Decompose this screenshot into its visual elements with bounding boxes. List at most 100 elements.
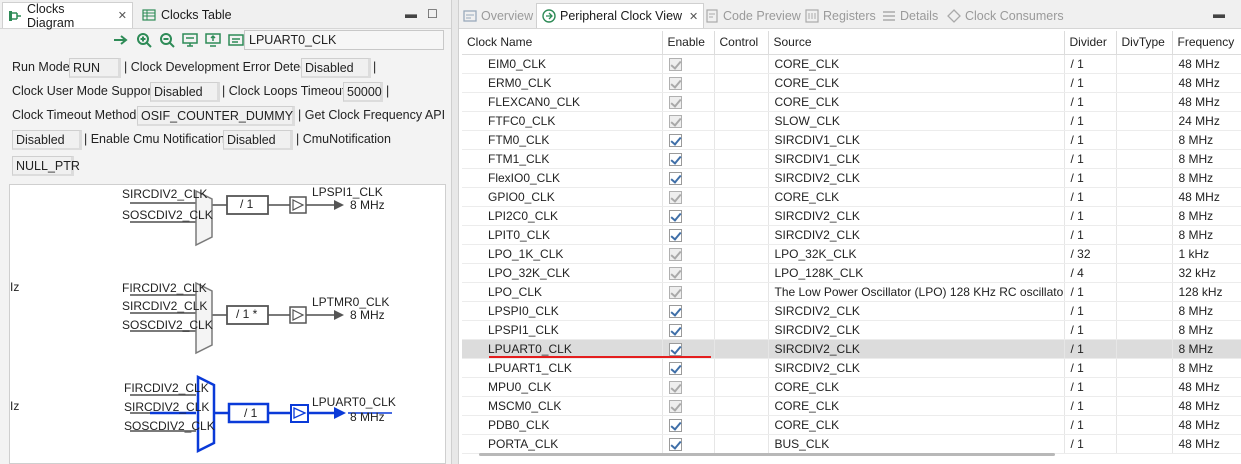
- close-icon[interactable]: ✕: [118, 9, 127, 22]
- control-cell[interactable]: [714, 282, 769, 302]
- tab-overview[interactable]: Overview: [463, 3, 533, 28]
- control-cell[interactable]: [714, 339, 769, 359]
- divider-cell[interactable]: / 1: [1064, 168, 1117, 188]
- column-header-clock-name[interactable]: Clock Name: [462, 31, 663, 55]
- clock-name-cell[interactable]: FlexIO0_CLK: [462, 168, 663, 188]
- divtype-cell[interactable]: [1116, 168, 1173, 188]
- table-row[interactable]: FTFC0_CLK SLOW_CLK/ 1 24 MHz: [462, 111, 1241, 131]
- divider-cell[interactable]: / 1: [1064, 434, 1117, 454]
- source-cell[interactable]: The Low Power Oscillator (LPO) 128 KHz R…: [768, 282, 1065, 302]
- frequency-cell[interactable]: 48 MHz: [1172, 396, 1241, 416]
- control-cell[interactable]: [714, 187, 769, 207]
- source-cell[interactable]: CORE_CLK: [768, 377, 1065, 397]
- control-cell[interactable]: [714, 358, 769, 378]
- divider-cell[interactable]: / 1: [1064, 415, 1117, 435]
- source-cell[interactable]: CORE_CLK: [768, 396, 1065, 416]
- frequency-cell[interactable]: 1 kHz: [1172, 244, 1241, 264]
- frequency-cell[interactable]: 8 MHz: [1172, 206, 1241, 226]
- source-cell[interactable]: LPO_128K_CLK: [768, 263, 1065, 283]
- table-row[interactable]: LPO_1K_CLK LPO_32K_CLK/ 32 1 kHz: [462, 244, 1241, 264]
- control-cell[interactable]: [714, 206, 769, 226]
- get-freq-select[interactable]: Disabled: [12, 130, 82, 150]
- enable-checkbox[interactable]: [668, 304, 682, 318]
- table-row[interactable]: EIM0_CLK CORE_CLK/ 1 48 MHz: [462, 54, 1241, 74]
- divider-cell[interactable]: / 1: [1064, 92, 1117, 112]
- divtype-cell[interactable]: [1116, 396, 1173, 416]
- tab-clock-consumers[interactable]: Clock Consumers: [947, 3, 1064, 28]
- clock-name-cell[interactable]: ERM0_CLK: [462, 73, 663, 93]
- control-cell[interactable]: [714, 111, 769, 131]
- clock-name-cell[interactable]: LPI2C0_CLK: [462, 206, 663, 226]
- frequency-cell[interactable]: 48 MHz: [1172, 187, 1241, 207]
- frequency-cell[interactable]: 8 MHz: [1172, 225, 1241, 245]
- frequency-cell[interactable]: 48 MHz: [1172, 434, 1241, 454]
- clock-name-cell[interactable]: FTM0_CLK: [462, 130, 663, 150]
- table-row[interactable]: FLEXCAN0_CLK CORE_CLK/ 1 48 MHz: [462, 92, 1241, 112]
- table-row[interactable]: LPUART1_CLK SIRCDIV2_CLK/ 1 8 MHz: [462, 358, 1241, 378]
- divtype-cell[interactable]: [1116, 111, 1173, 131]
- frequency-cell[interactable]: 48 MHz: [1172, 54, 1241, 74]
- cmu-notification-select[interactable]: NULL_PTR: [12, 156, 80, 176]
- source-cell[interactable]: SIRCDIV2_CLK: [768, 168, 1065, 188]
- tab-registers[interactable]: Registers: [805, 3, 876, 28]
- table-row[interactable]: PDB0_CLK CORE_CLK/ 1 48 MHz: [462, 415, 1241, 435]
- source-cell[interactable]: CORE_CLK: [768, 187, 1065, 207]
- control-cell[interactable]: [714, 434, 769, 454]
- control-cell[interactable]: [714, 73, 769, 93]
- control-cell[interactable]: [714, 244, 769, 264]
- clock-search-input[interactable]: LPUART0_CLK: [244, 30, 444, 50]
- control-cell[interactable]: [714, 130, 769, 150]
- control-cell[interactable]: [714, 225, 769, 245]
- source-cell[interactable]: SIRCDIV2_CLK: [768, 320, 1065, 340]
- clock-name-cell[interactable]: LPIT0_CLK: [462, 225, 663, 245]
- divtype-cell[interactable]: [1116, 358, 1173, 378]
- source-cell[interactable]: CORE_CLK: [768, 92, 1065, 112]
- navigate-arrow-button[interactable]: [112, 31, 129, 48]
- source-cell[interactable]: SLOW_CLK: [768, 111, 1065, 131]
- control-cell[interactable]: [714, 149, 769, 169]
- divtype-cell[interactable]: [1116, 339, 1173, 359]
- clock-diagram-canvas[interactable]: SIRCDIV2_CLK SOSCDIV2_CLK / 1 LPSPI1_CLK…: [9, 184, 446, 464]
- tab-code-preview[interactable]: Code Preview: [705, 3, 801, 28]
- column-header-divider[interactable]: Divider: [1064, 31, 1117, 55]
- enable-checkbox[interactable]: [668, 418, 682, 432]
- tab-clocks-table[interactable]: Clocks Table: [137, 2, 237, 28]
- source-cell[interactable]: SIRCDIV1_CLK: [768, 149, 1065, 169]
- frequency-cell[interactable]: 128 kHz: [1172, 282, 1241, 302]
- enable-checkbox[interactable]: [668, 152, 682, 166]
- timeout-method-select[interactable]: OSIF_COUNTER_DUMMY: [137, 106, 295, 126]
- table-row[interactable]: LPSPI1_CLK SIRCDIV2_CLK/ 1 8 MHz: [462, 320, 1241, 340]
- run-mode-select[interactable]: RUN: [69, 58, 121, 78]
- divtype-cell[interactable]: [1116, 225, 1173, 245]
- divtype-cell[interactable]: [1116, 282, 1173, 302]
- control-cell[interactable]: [714, 301, 769, 321]
- column-header-divtype[interactable]: DivType: [1116, 31, 1173, 55]
- zoom-in-button[interactable]: [135, 31, 152, 48]
- divider-cell[interactable]: / 4: [1064, 263, 1117, 283]
- minimize-icon[interactable]: ▬: [1213, 7, 1225, 21]
- divider-cell[interactable]: / 1: [1064, 301, 1117, 321]
- divtype-cell[interactable]: [1116, 434, 1173, 454]
- enable-checkbox[interactable]: [668, 323, 682, 337]
- frequency-cell[interactable]: 8 MHz: [1172, 358, 1241, 378]
- table-row[interactable]: LPSPI0_CLK SIRCDIV2_CLK/ 1 8 MHz: [462, 301, 1241, 321]
- frequency-cell[interactable]: 8 MHz: [1172, 149, 1241, 169]
- divtype-cell[interactable]: [1116, 130, 1173, 150]
- frequency-cell[interactable]: 48 MHz: [1172, 73, 1241, 93]
- control-cell[interactable]: [714, 415, 769, 435]
- clock-name-cell[interactable]: MPU0_CLK: [462, 377, 663, 397]
- control-cell[interactable]: [714, 396, 769, 416]
- source-cell[interactable]: SIRCDIV2_CLK: [768, 225, 1065, 245]
- divider-cell[interactable]: / 1: [1064, 149, 1117, 169]
- table-row[interactable]: FlexIO0_CLK SIRCDIV2_CLK/ 1 8 MHz: [462, 168, 1241, 188]
- divider-cell[interactable]: / 1: [1064, 377, 1117, 397]
- source-cell[interactable]: SIRCDIV2_CLK: [768, 339, 1065, 359]
- tab-peripheral-clock-view[interactable]: Peripheral Clock View ✕: [536, 3, 705, 28]
- divider-cell[interactable]: / 1: [1064, 339, 1117, 359]
- clock-name-cell[interactable]: LPSPI1_CLK: [462, 320, 663, 340]
- source-cell[interactable]: CORE_CLK: [768, 73, 1065, 93]
- control-cell[interactable]: [714, 320, 769, 340]
- source-cell[interactable]: CORE_CLK: [768, 54, 1065, 74]
- clock-name-cell[interactable]: GPIO0_CLK: [462, 187, 663, 207]
- table-row[interactable]: FTM0_CLK SIRCDIV1_CLK/ 1 8 MHz: [462, 130, 1241, 150]
